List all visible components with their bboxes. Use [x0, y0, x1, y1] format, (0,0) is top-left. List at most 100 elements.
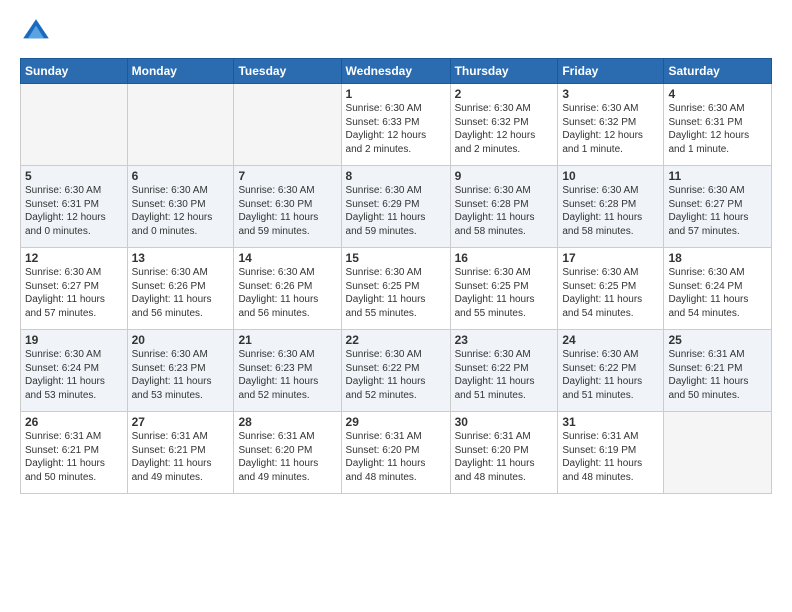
day-info: Sunrise: 6:31 AM Sunset: 6:20 PM Dayligh…	[455, 430, 554, 484]
day-number: 16	[455, 251, 554, 265]
calendar-cell: 22Sunrise: 6:30 AM Sunset: 6:22 PM Dayli…	[341, 330, 450, 412]
day-number: 6	[132, 169, 230, 183]
day-info: Sunrise: 6:30 AM Sunset: 6:24 PM Dayligh…	[668, 266, 767, 320]
day-number: 5	[25, 169, 123, 183]
weekday-header: Saturday	[664, 59, 772, 84]
page: SundayMondayTuesdayWednesdayThursdayFrid…	[0, 0, 792, 612]
calendar-cell	[127, 84, 234, 166]
day-info: Sunrise: 6:30 AM Sunset: 6:25 PM Dayligh…	[346, 266, 446, 320]
day-number: 28	[238, 415, 336, 429]
day-number: 23	[455, 333, 554, 347]
calendar-cell: 13Sunrise: 6:30 AM Sunset: 6:26 PM Dayli…	[127, 248, 234, 330]
day-number: 12	[25, 251, 123, 265]
calendar-cell: 2Sunrise: 6:30 AM Sunset: 6:32 PM Daylig…	[450, 84, 558, 166]
day-info: Sunrise: 6:30 AM Sunset: 6:26 PM Dayligh…	[132, 266, 230, 320]
day-info: Sunrise: 6:30 AM Sunset: 6:28 PM Dayligh…	[455, 184, 554, 238]
logo	[20, 16, 58, 48]
day-number: 27	[132, 415, 230, 429]
calendar-cell: 19Sunrise: 6:30 AM Sunset: 6:24 PM Dayli…	[21, 330, 128, 412]
weekday-header: Sunday	[21, 59, 128, 84]
calendar-cell: 10Sunrise: 6:30 AM Sunset: 6:28 PM Dayli…	[558, 166, 664, 248]
day-info: Sunrise: 6:30 AM Sunset: 6:27 PM Dayligh…	[668, 184, 767, 238]
calendar-cell: 9Sunrise: 6:30 AM Sunset: 6:28 PM Daylig…	[450, 166, 558, 248]
day-info: Sunrise: 6:30 AM Sunset: 6:32 PM Dayligh…	[562, 102, 659, 156]
day-number: 8	[346, 169, 446, 183]
day-number: 2	[455, 87, 554, 101]
day-number: 1	[346, 87, 446, 101]
calendar-cell: 30Sunrise: 6:31 AM Sunset: 6:20 PM Dayli…	[450, 412, 558, 494]
calendar-cell: 24Sunrise: 6:30 AM Sunset: 6:22 PM Dayli…	[558, 330, 664, 412]
day-number: 20	[132, 333, 230, 347]
day-info: Sunrise: 6:30 AM Sunset: 6:25 PM Dayligh…	[455, 266, 554, 320]
calendar-cell: 6Sunrise: 6:30 AM Sunset: 6:30 PM Daylig…	[127, 166, 234, 248]
calendar-cell: 14Sunrise: 6:30 AM Sunset: 6:26 PM Dayli…	[234, 248, 341, 330]
day-info: Sunrise: 6:30 AM Sunset: 6:28 PM Dayligh…	[562, 184, 659, 238]
calendar-cell: 25Sunrise: 6:31 AM Sunset: 6:21 PM Dayli…	[664, 330, 772, 412]
day-info: Sunrise: 6:30 AM Sunset: 6:30 PM Dayligh…	[132, 184, 230, 238]
day-number: 21	[238, 333, 336, 347]
day-info: Sunrise: 6:30 AM Sunset: 6:33 PM Dayligh…	[346, 102, 446, 156]
logo-icon	[20, 16, 52, 48]
day-info: Sunrise: 6:31 AM Sunset: 6:21 PM Dayligh…	[668, 348, 767, 402]
day-number: 25	[668, 333, 767, 347]
calendar-week: 5Sunrise: 6:30 AM Sunset: 6:31 PM Daylig…	[21, 166, 772, 248]
day-number: 15	[346, 251, 446, 265]
weekday-header: Wednesday	[341, 59, 450, 84]
calendar-week: 26Sunrise: 6:31 AM Sunset: 6:21 PM Dayli…	[21, 412, 772, 494]
day-info: Sunrise: 6:30 AM Sunset: 6:30 PM Dayligh…	[238, 184, 336, 238]
day-number: 22	[346, 333, 446, 347]
calendar-week: 12Sunrise: 6:30 AM Sunset: 6:27 PM Dayli…	[21, 248, 772, 330]
calendar-cell: 17Sunrise: 6:30 AM Sunset: 6:25 PM Dayli…	[558, 248, 664, 330]
day-info: Sunrise: 6:30 AM Sunset: 6:23 PM Dayligh…	[238, 348, 336, 402]
day-number: 29	[346, 415, 446, 429]
calendar-cell: 31Sunrise: 6:31 AM Sunset: 6:19 PM Dayli…	[558, 412, 664, 494]
day-info: Sunrise: 6:30 AM Sunset: 6:24 PM Dayligh…	[25, 348, 123, 402]
day-number: 3	[562, 87, 659, 101]
calendar-cell	[664, 412, 772, 494]
weekday-header: Tuesday	[234, 59, 341, 84]
calendar-cell: 27Sunrise: 6:31 AM Sunset: 6:21 PM Dayli…	[127, 412, 234, 494]
day-info: Sunrise: 6:30 AM Sunset: 6:26 PM Dayligh…	[238, 266, 336, 320]
calendar-cell	[21, 84, 128, 166]
day-info: Sunrise: 6:31 AM Sunset: 6:20 PM Dayligh…	[346, 430, 446, 484]
day-info: Sunrise: 6:30 AM Sunset: 6:22 PM Dayligh…	[562, 348, 659, 402]
day-number: 11	[668, 169, 767, 183]
day-number: 4	[668, 87, 767, 101]
weekday-header: Monday	[127, 59, 234, 84]
calendar-cell	[234, 84, 341, 166]
calendar-cell: 18Sunrise: 6:30 AM Sunset: 6:24 PM Dayli…	[664, 248, 772, 330]
calendar-cell: 28Sunrise: 6:31 AM Sunset: 6:20 PM Dayli…	[234, 412, 341, 494]
day-info: Sunrise: 6:30 AM Sunset: 6:23 PM Dayligh…	[132, 348, 230, 402]
calendar-cell: 1Sunrise: 6:30 AM Sunset: 6:33 PM Daylig…	[341, 84, 450, 166]
day-info: Sunrise: 6:30 AM Sunset: 6:32 PM Dayligh…	[455, 102, 554, 156]
day-number: 14	[238, 251, 336, 265]
day-info: Sunrise: 6:31 AM Sunset: 6:21 PM Dayligh…	[25, 430, 123, 484]
day-number: 9	[455, 169, 554, 183]
calendar-cell: 3Sunrise: 6:30 AM Sunset: 6:32 PM Daylig…	[558, 84, 664, 166]
calendar-cell: 21Sunrise: 6:30 AM Sunset: 6:23 PM Dayli…	[234, 330, 341, 412]
calendar-cell: 29Sunrise: 6:31 AM Sunset: 6:20 PM Dayli…	[341, 412, 450, 494]
day-info: Sunrise: 6:31 AM Sunset: 6:19 PM Dayligh…	[562, 430, 659, 484]
calendar-cell: 23Sunrise: 6:30 AM Sunset: 6:22 PM Dayli…	[450, 330, 558, 412]
day-number: 19	[25, 333, 123, 347]
day-info: Sunrise: 6:30 AM Sunset: 6:31 PM Dayligh…	[668, 102, 767, 156]
day-info: Sunrise: 6:31 AM Sunset: 6:21 PM Dayligh…	[132, 430, 230, 484]
day-info: Sunrise: 6:30 AM Sunset: 6:25 PM Dayligh…	[562, 266, 659, 320]
calendar-cell: 8Sunrise: 6:30 AM Sunset: 6:29 PM Daylig…	[341, 166, 450, 248]
day-info: Sunrise: 6:30 AM Sunset: 6:31 PM Dayligh…	[25, 184, 123, 238]
calendar-cell: 11Sunrise: 6:30 AM Sunset: 6:27 PM Dayli…	[664, 166, 772, 248]
day-info: Sunrise: 6:30 AM Sunset: 6:29 PM Dayligh…	[346, 184, 446, 238]
weekday-header-row: SundayMondayTuesdayWednesdayThursdayFrid…	[21, 59, 772, 84]
calendar-cell: 20Sunrise: 6:30 AM Sunset: 6:23 PM Dayli…	[127, 330, 234, 412]
day-number: 30	[455, 415, 554, 429]
day-number: 31	[562, 415, 659, 429]
day-info: Sunrise: 6:30 AM Sunset: 6:22 PM Dayligh…	[455, 348, 554, 402]
day-number: 18	[668, 251, 767, 265]
day-number: 13	[132, 251, 230, 265]
calendar-cell: 12Sunrise: 6:30 AM Sunset: 6:27 PM Dayli…	[21, 248, 128, 330]
calendar-cell: 26Sunrise: 6:31 AM Sunset: 6:21 PM Dayli…	[21, 412, 128, 494]
calendar-cell: 5Sunrise: 6:30 AM Sunset: 6:31 PM Daylig…	[21, 166, 128, 248]
weekday-header: Thursday	[450, 59, 558, 84]
calendar-week: 1Sunrise: 6:30 AM Sunset: 6:33 PM Daylig…	[21, 84, 772, 166]
calendar-cell: 16Sunrise: 6:30 AM Sunset: 6:25 PM Dayli…	[450, 248, 558, 330]
